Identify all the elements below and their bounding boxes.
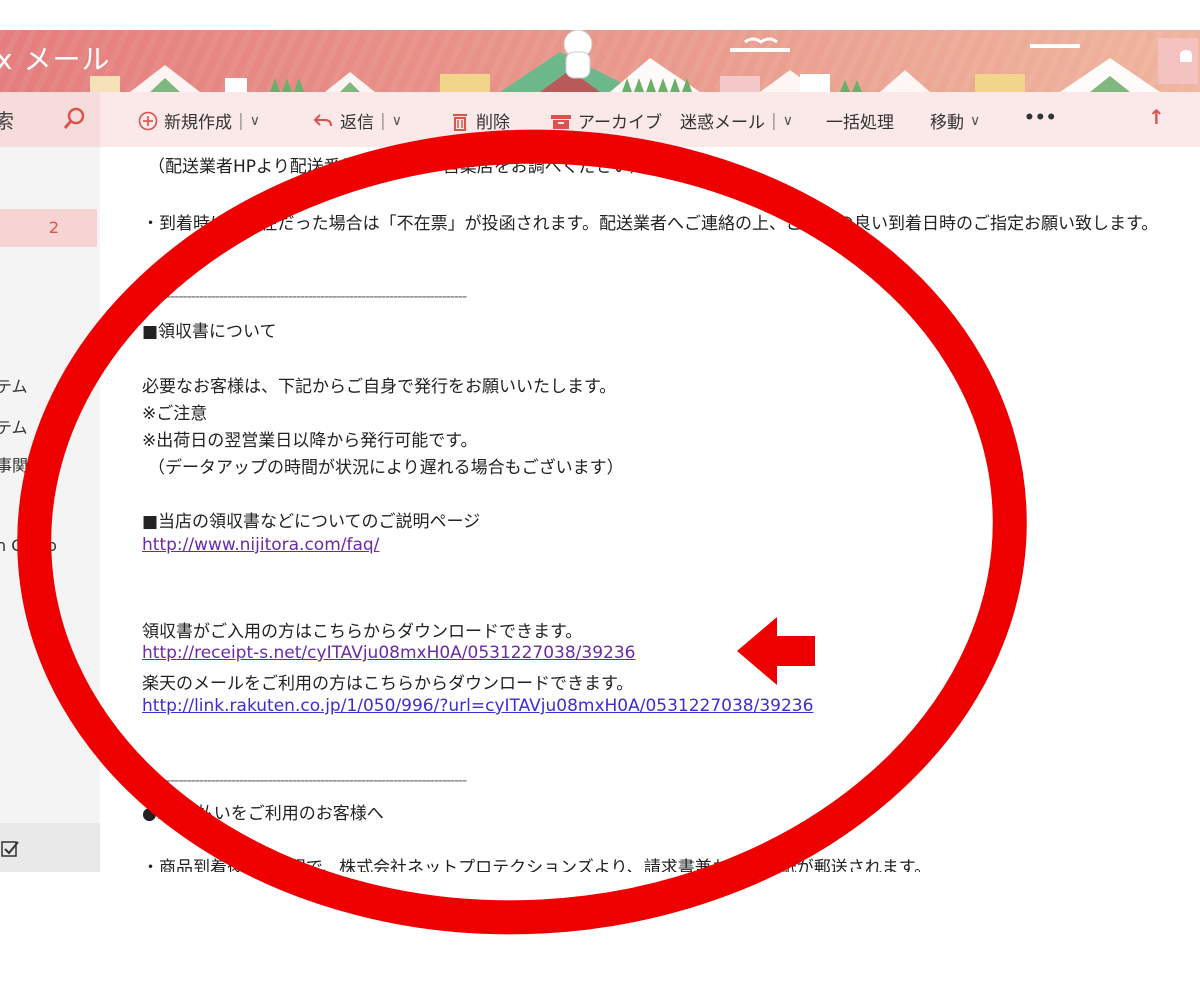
np-invoice-note: ・商品到着後1週間程で、株式会社ネットプロテクションズより、請求書兼お振込用紙が… [142,858,932,872]
receipt-heading: ■領収書について [142,322,277,342]
archive-icon [551,114,571,129]
faq-link[interactable]: http://www.nijitora.com/faq/ [142,535,379,555]
separator: | [380,110,386,131]
mail-window: x メール 索 新規作成 | ∨ 返信 | ∨ 削除 アーカイブ 迷惑メール |… [0,30,1200,872]
move-button[interactable]: 移動 ∨ [930,108,981,134]
archive-button[interactable]: アーカイブ [550,108,662,133]
divider: ----------------------------------------… [142,773,467,789]
separator: | [238,110,244,131]
up-arrow-button[interactable]: ↑ [1148,105,1165,129]
rakuten-text: 楽天のメールをご利用の方はこちらからダウンロードできます。 [142,674,634,694]
reply-label: 返信 [340,113,374,133]
sidebar-folder-item[interactable]: テム [0,373,28,397]
junk-button[interactable]: 迷惑メール | ∨ [680,108,793,134]
sweep-button[interactable]: 一括処理 [826,108,894,133]
unread-count-badge: 2 [48,218,59,237]
trash-icon [453,113,467,131]
download-text: 領収書がご入用の方はこちらからダウンロードできます。 [142,622,583,642]
receipt-instructions: 必要なお客様は、下記からご自身で発行をお願いいたします。 [142,377,617,397]
np-heading: ●NP後払いをご利用のお客様へ [142,804,384,824]
inbox-folder-row[interactable]: 2 [0,209,97,247]
move-label: 移動 [930,113,964,133]
sidebar-folder-item[interactable]: n Custo [0,536,57,555]
receipt-note-title: ※ご注意 [142,404,208,424]
checkbox-icon[interactable] [0,839,22,859]
sidebar-folder-item[interactable]: テム [0,414,28,438]
delivery-note: （配送業者HPより配送番号を入力し、営業店をお調べください） [148,157,647,177]
sidebar-footer [0,823,100,872]
receipt-note-1: ※出荷日の翌営業日以降から発行可能です。 [142,431,478,451]
search-label-fragment: 索 [0,109,14,133]
sidebar-folder-item[interactable]: 事関係 [0,452,44,476]
chevron-down-icon: ∨ [970,112,981,129]
archive-label: アーカイブ [578,113,662,133]
new-button[interactable]: 新規作成 | ∨ [138,108,260,133]
plus-circle-icon [138,111,158,130]
search-icon[interactable] [62,106,86,130]
absence-note: ・到着時にご不在だった場合は「不在票」が投函されます。配送業者へご連絡の上、ご都… [142,214,1159,234]
rakuten-download-link[interactable]: http://link.rakuten.co.jp/1/050/996/?url… [142,696,813,716]
receipt-note-2: （データアップの時間が状況により遅れる場合もございます） [148,458,624,478]
reply-icon [313,113,332,126]
divider: ----------------------------------------… [142,289,467,305]
more-icon: ••• [1024,108,1057,128]
more-button[interactable]: ••• [1024,108,1057,128]
delete-label: 削除 [476,113,510,133]
message-body: （配送業者HPより配送番号を入力し、営業店をお調べください） ・到着時にご不在だ… [100,147,1200,872]
faq-heading: ■当店の領収書などについてのご説明ページ [142,512,481,532]
reply-button[interactable]: 返信 | ∨ [312,108,402,133]
sidebar-search-area: 索 [0,92,100,147]
delete-button[interactable]: 削除 [450,108,510,133]
command-toolbar: 索 新規作成 | ∨ 返信 | ∨ 削除 アーカイブ 迷惑メール | ∨ 一括処… [0,92,1200,147]
separator: | [771,110,777,131]
header-banner: x メール [0,30,1200,92]
chevron-down-icon[interactable]: ∨ [250,113,260,129]
receipt-download-link[interactable]: http://receipt-s.net/cyITAVju08mxH0A/053… [142,643,636,663]
app-title: x メール [0,43,111,76]
arrow-up-icon: ↑ [1148,105,1165,129]
new-label: 新規作成 [164,113,232,133]
sweep-label: 一括処理 [826,113,894,133]
chevron-down-icon[interactable]: ∨ [392,113,402,129]
folder-sidebar: 2 テム テム 事関係 n Custo [0,147,100,872]
chevron-down-icon[interactable]: ∨ [783,113,793,129]
junk-label: 迷惑メール [680,113,765,133]
banner-illustration [90,30,1198,92]
